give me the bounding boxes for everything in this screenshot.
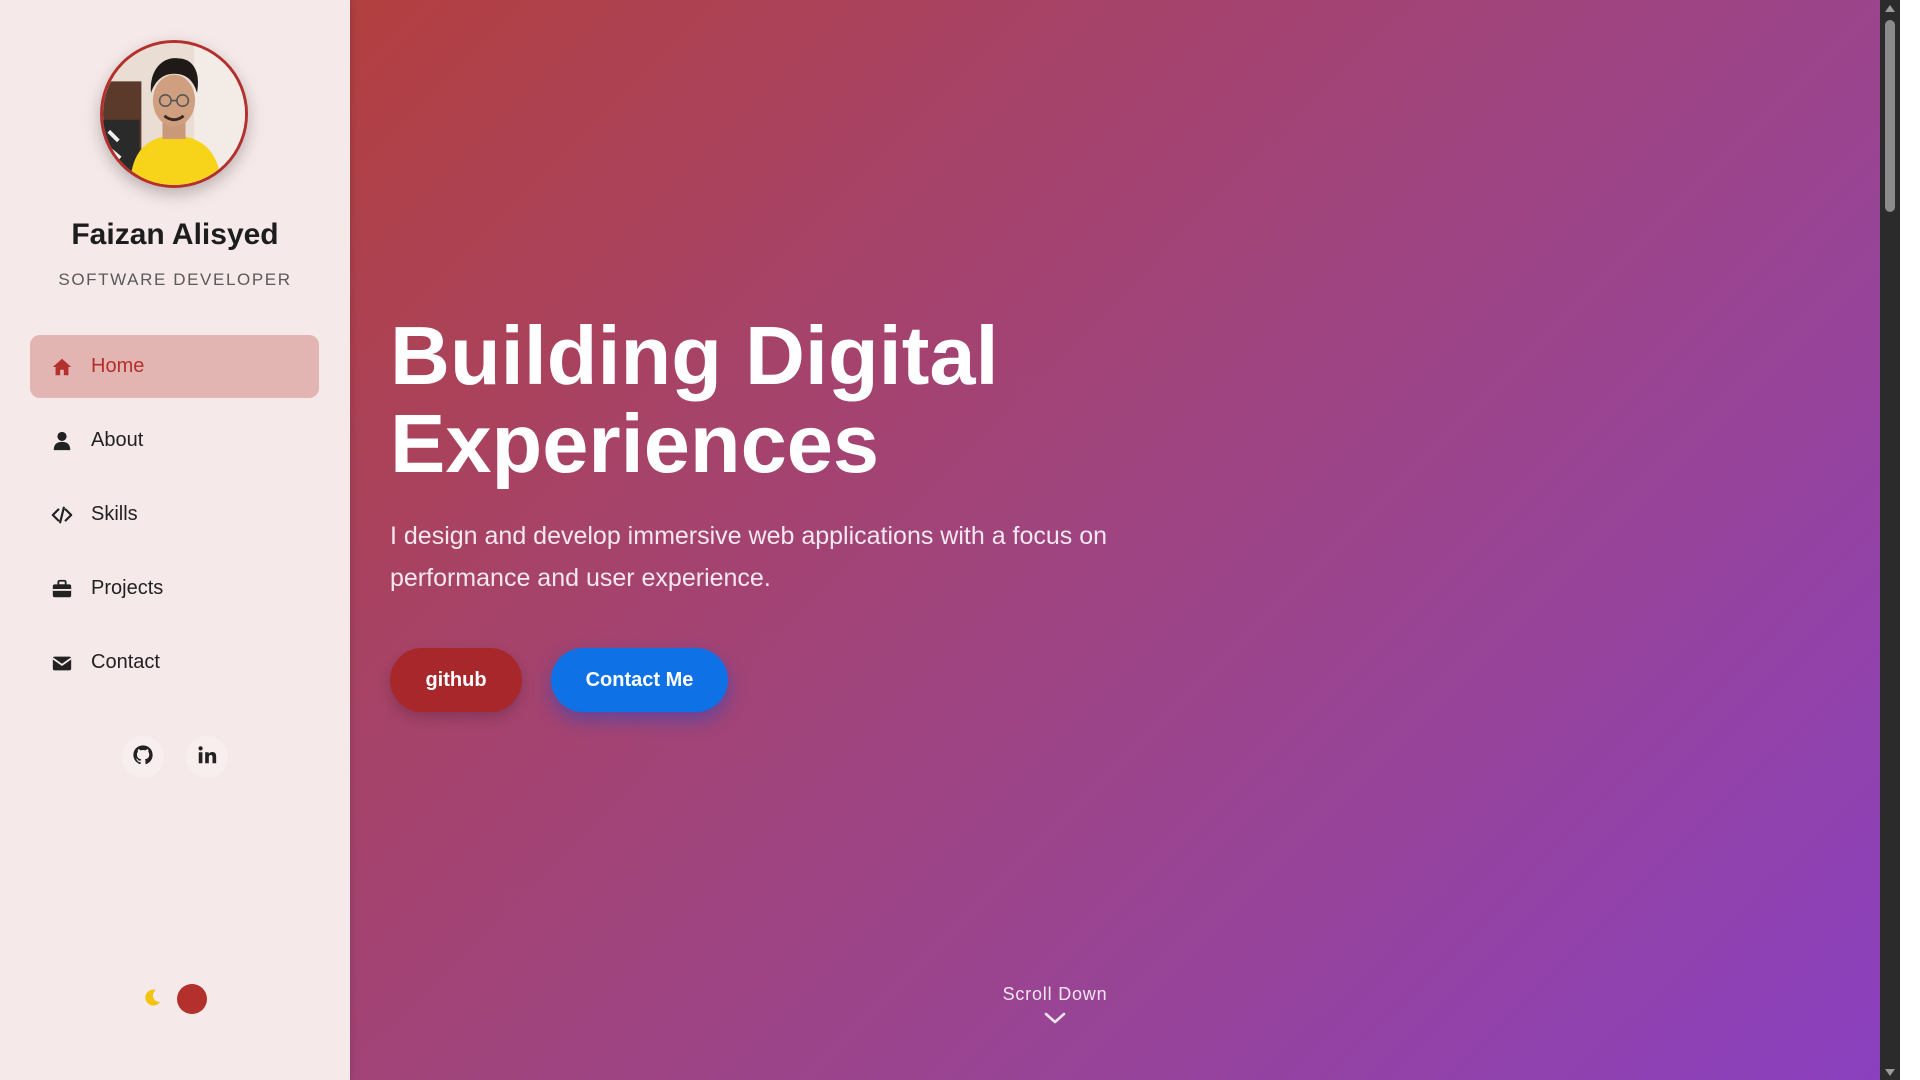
- home-icon: [50, 355, 74, 379]
- sidebar-item-label: Projects: [91, 577, 164, 599]
- vertical-scrollbar[interactable]: [1880, 0, 1900, 1080]
- linkedin-link[interactable]: [186, 736, 228, 778]
- profile-name: Faizan Alisyed: [71, 218, 279, 251]
- sidebar-item-label: Home: [91, 355, 145, 377]
- sidebar-item-label: Skills: [91, 503, 138, 525]
- hero-section: Building Digital Experiences I design an…: [350, 0, 1900, 1080]
- code-icon: [50, 503, 74, 527]
- scrollbar-thumb[interactable]: [1885, 20, 1895, 212]
- scroll-down-label: Scroll Down: [1002, 984, 1108, 1004]
- scroll-down-arrow-icon[interactable]: [1880, 1064, 1900, 1080]
- scroll-up-arrow-icon[interactable]: [1880, 0, 1900, 16]
- hero-subtitle-line: performance and user experience.: [390, 564, 771, 592]
- linkedin-icon: [196, 744, 218, 771]
- hero-subtitle-line: I design and develop immersive web appli…: [390, 522, 1108, 550]
- github-icon: [132, 744, 154, 771]
- hero-title-line: Building Digital: [390, 309, 999, 402]
- sidebar-item-label: About: [91, 429, 144, 451]
- hero-title-line: Experiences: [390, 397, 880, 490]
- hero-subtitle: I design and develop immersive web appli…: [390, 515, 1170, 599]
- toggle-knob[interactable]: [177, 984, 207, 1014]
- sidebar-item-projects[interactable]: Projects: [30, 557, 319, 620]
- app-root: Faizan Alisyed SOFTWARE DEVELOPER Home A…: [0, 0, 1920, 1080]
- social-links: [0, 736, 350, 778]
- sidebar-item-home[interactable]: Home: [30, 335, 319, 398]
- profile-role: SOFTWARE DEVELOPER: [58, 270, 292, 289]
- github-link[interactable]: [122, 736, 164, 778]
- sidebar-item-skills[interactable]: Skills: [30, 483, 319, 546]
- briefcase-icon: [50, 577, 74, 601]
- envelope-icon: [50, 651, 74, 675]
- sidebar-item-about[interactable]: About: [30, 409, 319, 472]
- avatar: [100, 40, 248, 188]
- github-button[interactable]: github: [390, 648, 522, 712]
- contact-me-button[interactable]: Contact Me: [551, 648, 728, 712]
- sidebar-item-contact[interactable]: Contact: [30, 631, 319, 694]
- user-icon: [50, 429, 74, 453]
- chevron-down-icon: [985, 1011, 1125, 1025]
- scroll-down[interactable]: Scroll Down: [985, 984, 1125, 1025]
- sidebar-item-label: Contact: [91, 651, 160, 673]
- hero-title: Building Digital Experiences: [390, 312, 1290, 488]
- moon-icon: [143, 987, 163, 1012]
- sidebar: Faizan Alisyed SOFTWARE DEVELOPER Home A…: [0, 0, 350, 1080]
- sidebar-nav: Home About Skills Projects Contact: [30, 335, 319, 705]
- theme-toggle[interactable]: [143, 984, 207, 1014]
